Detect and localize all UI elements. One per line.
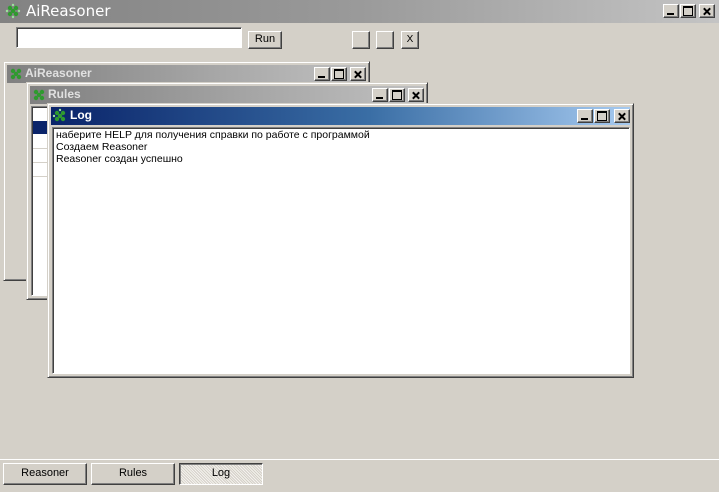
log-gear-icon — [52, 108, 66, 122]
window-tabbar: Reasoner Rules Log — [0, 459, 719, 492]
rules-gear-icon — [33, 89, 45, 101]
aireasoner-titlebar[interactable]: AiReasoner — [7, 65, 366, 83]
aireasoner-minimize-icon[interactable] — [314, 67, 330, 81]
app-gear-icon — [5, 3, 21, 19]
app-title: AiReasoner — [26, 2, 111, 20]
minimize-icon[interactable] — [663, 4, 679, 18]
toolbar-button-2[interactable] — [352, 31, 370, 49]
rules-minimize-icon[interactable] — [372, 88, 388, 102]
toolbar-button-3[interactable] — [376, 31, 394, 49]
tab-label: Log — [211, 467, 231, 479]
log-titlebar[interactable]: Log — [51, 107, 630, 125]
tab-rules[interactable]: Rules — [91, 463, 175, 485]
maximize-icon[interactable] — [680, 4, 696, 18]
rules-titlebar[interactable]: Rules — [30, 86, 424, 104]
aireasoner-maximize-icon[interactable] — [331, 67, 347, 81]
tab-label: Reasoner — [21, 467, 69, 479]
rules-close-icon[interactable] — [408, 88, 424, 102]
command-input[interactable] — [16, 27, 242, 48]
tab-label: Rules — [118, 467, 148, 479]
log-line: Reasoner создан успешно — [56, 153, 183, 165]
tab-log[interactable]: Log — [179, 463, 263, 485]
log-title: Log — [70, 108, 92, 122]
log-maximize-icon[interactable] — [594, 109, 610, 123]
tab-reasoner[interactable]: Reasoner — [3, 463, 87, 485]
main-titlebar[interactable]: AiReasoner — [0, 0, 719, 23]
log-line: Создаем Reasoner — [56, 141, 148, 153]
aireasoner-close-icon[interactable] — [350, 67, 366, 81]
log-minimize-icon[interactable] — [577, 109, 593, 123]
run-button[interactable]: Run — [248, 31, 282, 49]
rules-maximize-icon[interactable] — [389, 88, 405, 102]
toolbar-close-button[interactable]: X — [401, 31, 419, 49]
close-icon[interactable] — [699, 4, 715, 18]
log-window[interactable]: Log наберите HELP для получения справки … — [47, 103, 634, 378]
log-output[interactable]: наберите HELP для получения справки по р… — [52, 127, 630, 374]
rules-title: Rules — [48, 87, 81, 101]
log-line: наберите HELP для получения справки по р… — [56, 129, 370, 141]
aireasoner-title: AiReasoner — [25, 66, 92, 80]
log-close-icon[interactable] — [614, 109, 630, 123]
aireasoner-gear-icon — [10, 68, 22, 80]
